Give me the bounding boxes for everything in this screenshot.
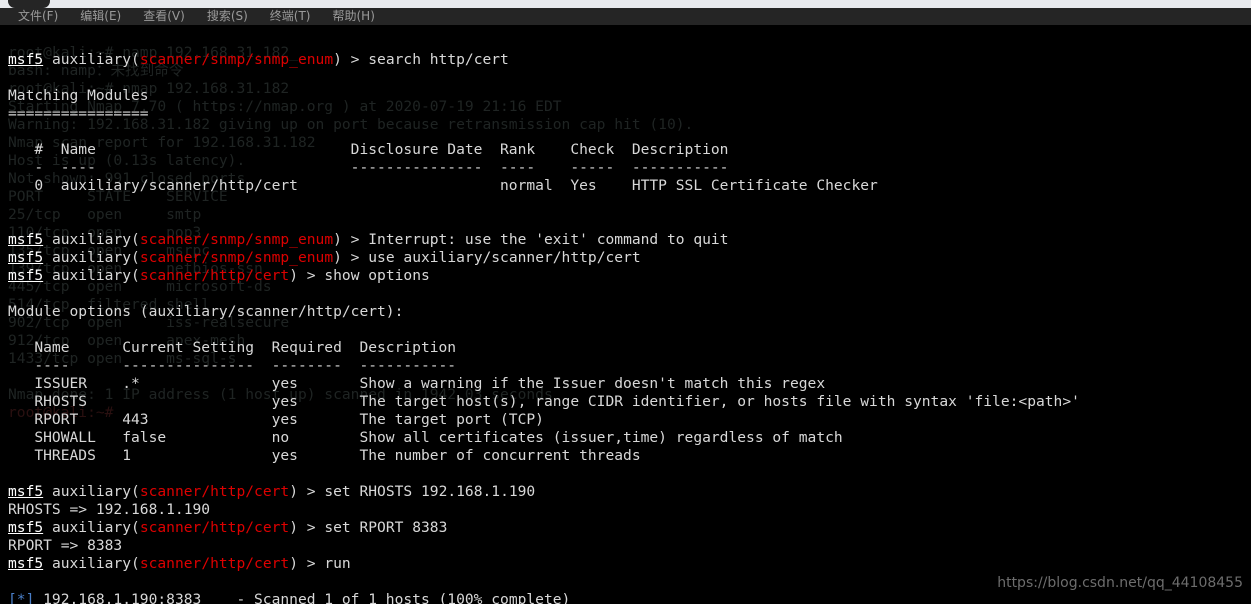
prompt-command: set RPORT 8383 — [324, 519, 448, 536]
prompt-command: set RHOSTS 192.168.1.190 — [324, 483, 536, 500]
terminal-output-line: ISSUER .* yes Show a warning if the Issu… — [8, 375, 826, 392]
prompt-caret: ) > — [333, 231, 369, 248]
terminal-output-line: SHOWALL false no Show all certificates (… — [8, 429, 843, 446]
prompt-module-name: scanner/http/cert — [139, 483, 290, 500]
prompt-caret: ) > — [333, 249, 369, 266]
menu-terminal[interactable]: 终端(T) — [270, 8, 311, 25]
terminal-prompt-line: msf5 auxiliary(scanner/snmp/snmp_enum) >… — [8, 51, 509, 69]
terminal-output-line: # Name Disclosure Date Rank Check Descri… — [8, 141, 729, 158]
terminal-output-line: RPORT 443 yes The target port (TCP) — [8, 411, 544, 428]
terminal-output-line: RHOSTS yes The target host(s), range CID… — [8, 393, 1080, 410]
menu-search[interactable]: 搜索(S) — [207, 8, 248, 25]
prompt-caret: ) > — [289, 267, 325, 284]
terminal-output-line: 0 auxiliary/scanner/http/cert normal Yes… — [8, 177, 878, 194]
prompt-auxiliary-keyword: auxiliary( — [43, 51, 140, 68]
prompt-caret: ) > — [333, 51, 369, 68]
prompt-auxiliary-keyword: auxiliary( — [43, 231, 140, 248]
prompt-user: msf5 — [8, 267, 44, 284]
menu-edit[interactable]: 编辑(E) — [80, 8, 121, 25]
terminal-output-line: - ---- --------------- ---- ----- ------… — [8, 159, 729, 176]
prompt-user: msf5 — [8, 51, 44, 68]
prompt-user: msf5 — [8, 555, 44, 572]
terminal-info-line: [*] 192.168.1.190:8383 - Scanned 1 of 1 … — [8, 591, 570, 604]
prompt-command: use auxiliary/scanner/http/cert — [368, 249, 641, 266]
terminal-prompt-line: msf5 auxiliary(scanner/snmp/snmp_enum) >… — [8, 231, 729, 249]
info-marker: [*] — [8, 591, 35, 604]
info-text: 192.168.1.190:8383 - Scanned 1 of 1 host… — [34, 591, 571, 604]
prompt-command: search http/cert — [368, 51, 509, 68]
terminal-output-line: Matching Modules — [8, 87, 149, 104]
terminal-tab[interactable] — [8, 0, 50, 8]
terminal-output-line: Module options (auxiliary/scanner/http/c… — [8, 303, 404, 320]
terminal-prompt-line: msf5 auxiliary(scanner/http/cert) > show… — [8, 267, 430, 285]
prompt-auxiliary-keyword: auxiliary( — [43, 249, 140, 266]
menu-bar: 文件(F) 编辑(E) 查看(V) 搜索(S) 终端(T) 帮助(H) — [0, 8, 1251, 25]
prompt-command: run — [324, 555, 351, 572]
terminal-output-line: THREADS 1 yes The number of concurrent t… — [8, 447, 641, 464]
terminal-prompt-line: msf5 auxiliary(scanner/http/cert) > set … — [8, 483, 535, 501]
prompt-module-name: scanner/http/cert — [139, 519, 290, 536]
prompt-auxiliary-keyword: auxiliary( — [43, 483, 140, 500]
prompt-command: show options — [324, 267, 430, 284]
prompt-user: msf5 — [8, 519, 44, 536]
menu-help[interactable]: 帮助(H) — [333, 8, 375, 25]
prompt-module-name: scanner/http/cert — [139, 267, 290, 284]
menu-view[interactable]: 查看(V) — [143, 8, 185, 25]
terminal-output-line: Name Current Setting Required Descriptio… — [8, 339, 457, 356]
prompt-caret: ) > — [289, 555, 325, 572]
terminal-output-line: ================ — [8, 105, 149, 122]
prompt-module-name: scanner/snmp/snmp_enum — [139, 51, 334, 68]
terminal-output: msf5 auxiliary(scanner/snmp/snmp_enum) >… — [0, 25, 1251, 604]
terminal-output-line: RPORT => 8383 — [8, 537, 123, 554]
prompt-user: msf5 — [8, 249, 44, 266]
terminal-screen[interactable]: root@kali:~# namp 192.168.31.182_ bash: n… — [0, 25, 1251, 604]
prompt-caret: ) > — [289, 483, 325, 500]
terminal-prompt-line: msf5 auxiliary(scanner/http/cert) > set … — [8, 519, 447, 537]
menu-file[interactable]: 文件(F) — [18, 8, 58, 25]
watermark: https://blog.csdn.net/qq_44108455 — [997, 575, 1243, 591]
terminal-output-line: ---- --------------- -------- ----------… — [8, 357, 457, 374]
terminal-prompt-line: msf5 auxiliary(scanner/http/cert) > run — [8, 555, 351, 573]
window-titlebar — [0, 0, 1251, 8]
prompt-command: Interrupt: use the 'exit' command to qui… — [368, 231, 729, 248]
terminal-output-line: RHOSTS => 192.168.1.190 — [8, 501, 211, 518]
prompt-auxiliary-keyword: auxiliary( — [43, 555, 140, 572]
prompt-module-name: scanner/http/cert — [139, 555, 290, 572]
prompt-module-name: scanner/snmp/snmp_enum — [139, 249, 334, 266]
prompt-user: msf5 — [8, 483, 44, 500]
prompt-module-name: scanner/snmp/snmp_enum — [139, 231, 334, 248]
prompt-user: msf5 — [8, 231, 44, 248]
prompt-caret: ) > — [289, 519, 325, 536]
terminal-prompt-line: msf5 auxiliary(scanner/snmp/snmp_enum) >… — [8, 249, 641, 267]
prompt-auxiliary-keyword: auxiliary( — [43, 519, 140, 536]
prompt-auxiliary-keyword: auxiliary( — [43, 267, 140, 284]
